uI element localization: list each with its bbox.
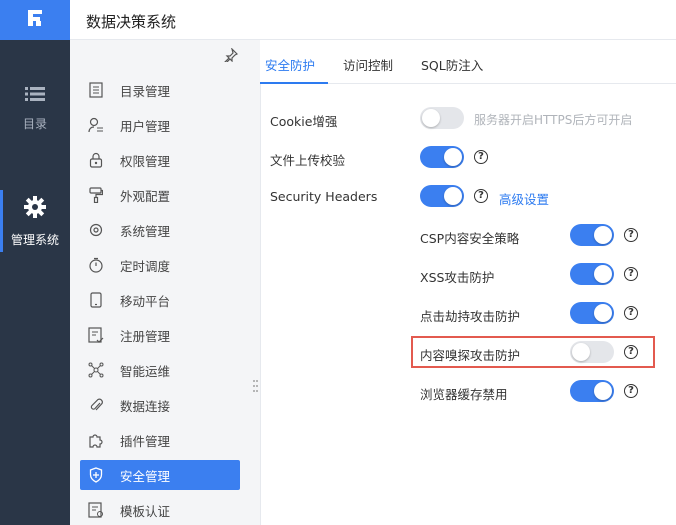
resize-handle-icon[interactable]	[253, 378, 258, 392]
security-headers-toggle[interactable]	[420, 185, 464, 207]
timer-icon	[87, 256, 105, 274]
sidebar-item-label: 智能运维	[120, 363, 171, 379]
sidebar-item-users[interactable]: 用户管理	[80, 110, 240, 140]
list-icon	[25, 86, 45, 105]
help-icon[interactable]: ?	[624, 267, 638, 281]
sidebar-item-label: 目录管理	[120, 83, 171, 99]
upload-check-toggle[interactable]	[420, 146, 464, 168]
advanced-settings-link[interactable]: 高级设置	[499, 189, 549, 208]
content-sniffing-label: 内容嗅探攻击防护	[420, 348, 521, 363]
sidebar-item-catalog[interactable]: 目录管理	[80, 75, 240, 105]
clickjacking-toggle[interactable]	[570, 302, 614, 324]
rail-item-admin[interactable]: 管理系统	[0, 190, 70, 252]
lock-icon	[87, 151, 105, 169]
tab-sql-injection[interactable]: SQL防注入	[421, 55, 483, 74]
sidebar-item-label: 用户管理	[120, 118, 171, 134]
cookie-hint: 服务器开启HTTPS后方可开启	[474, 113, 633, 127]
sidebar-item-label: 注册管理	[120, 328, 171, 344]
cookie-toggle[interactable]	[420, 107, 464, 129]
browser-cache-toggle[interactable]	[570, 380, 614, 402]
rail-item-label: 管理系统	[10, 233, 59, 247]
toggle-knob	[444, 148, 462, 166]
rail-item-label: 目录	[22, 117, 47, 131]
toggle-knob	[444, 187, 462, 205]
app-title: 数据决策系统	[86, 13, 177, 31]
help-icon[interactable]: ?	[474, 150, 488, 164]
sidebar-item-data-connection[interactable]: 数据连接	[80, 390, 240, 420]
sidebar-item-label: 插件管理	[120, 433, 171, 449]
top-bar: 数据决策系统	[70, 0, 676, 40]
sidebar-item-plugins[interactable]: 插件管理	[80, 425, 240, 455]
content-sniffing-toggle[interactable]	[570, 341, 614, 363]
toggle-knob	[594, 226, 612, 244]
sidebar-item-label: 模板认证	[120, 503, 171, 519]
logo-icon	[25, 8, 45, 32]
sidebar-item-scheduler[interactable]: 定时调度	[80, 250, 240, 280]
tab-security-protection[interactable]: 安全防护	[265, 55, 315, 74]
gear-icon	[87, 221, 105, 239]
help-icon[interactable]: ?	[624, 228, 638, 242]
help-icon[interactable]: ?	[624, 306, 638, 320]
security-tabs: 安全防护 访问控制 SQL防注入	[260, 40, 676, 84]
certificate-icon	[87, 501, 105, 519]
network-icon	[87, 361, 105, 379]
csp-label: CSP内容安全策略	[420, 231, 520, 246]
security-headers-label: Security Headers	[270, 189, 378, 204]
sidebar-item-appearance[interactable]: 外观配置	[80, 180, 240, 210]
primary-nav-rail: 目录 管理系统	[0, 0, 70, 525]
toggle-knob	[594, 265, 612, 283]
shield-icon	[87, 466, 105, 484]
paperclip-icon	[87, 396, 105, 414]
sidebar-item-system[interactable]: 系统管理	[80, 215, 240, 245]
csp-toggle[interactable]	[570, 224, 614, 246]
help-icon[interactable]: ?	[474, 189, 488, 203]
sidebar-item-mobile[interactable]: 移动平台	[80, 285, 240, 315]
mobile-icon	[87, 291, 105, 309]
sidebar-item-label: 移动平台	[120, 293, 171, 309]
sidebar-item-permissions[interactable]: 权限管理	[80, 145, 240, 175]
toggle-knob	[422, 109, 440, 127]
toggle-knob	[594, 304, 612, 322]
user-icon	[87, 116, 105, 134]
sidebar-item-label: 外观配置	[120, 188, 171, 204]
gear-icon	[24, 196, 46, 221]
xss-label: XSS攻击防护	[420, 270, 495, 285]
app-logo[interactable]	[0, 0, 70, 40]
sidebar-item-security[interactable]: 安全管理	[80, 460, 240, 490]
sidebar-item-label: 系统管理	[120, 223, 171, 239]
toggle-knob	[594, 382, 612, 400]
sidebar-item-ops[interactable]: 智能运维	[80, 355, 240, 385]
register-icon	[87, 326, 105, 344]
pin-icon[interactable]	[224, 47, 239, 66]
paint-roller-icon	[87, 186, 105, 204]
xss-toggle[interactable]	[570, 263, 614, 285]
sidebar-item-label: 定时调度	[120, 258, 171, 274]
sidebar-item-label: 数据连接	[120, 398, 171, 414]
puzzle-icon	[87, 431, 105, 449]
sidebar-item-label: 权限管理	[120, 153, 171, 169]
sidebar-item-registration[interactable]: 注册管理	[80, 320, 240, 350]
help-icon[interactable]: ?	[624, 384, 638, 398]
upload-check-label: 文件上传校验	[270, 153, 346, 168]
catalog-icon	[87, 81, 105, 99]
cookie-label: Cookie增强	[270, 114, 338, 129]
browser-cache-label: 浏览器缓存禁用	[420, 387, 508, 402]
rail-item-catalog[interactable]: 目录	[0, 86, 70, 132]
help-icon[interactable]: ?	[624, 345, 638, 359]
sidebar-item-label: 安全管理	[120, 468, 171, 484]
clickjacking-label: 点击劫持攻击防护	[420, 309, 521, 324]
tab-access-control[interactable]: 访问控制	[343, 55, 393, 74]
sidebar-item-template-cert[interactable]: 模板认证	[80, 495, 240, 525]
toggle-knob	[572, 343, 590, 361]
